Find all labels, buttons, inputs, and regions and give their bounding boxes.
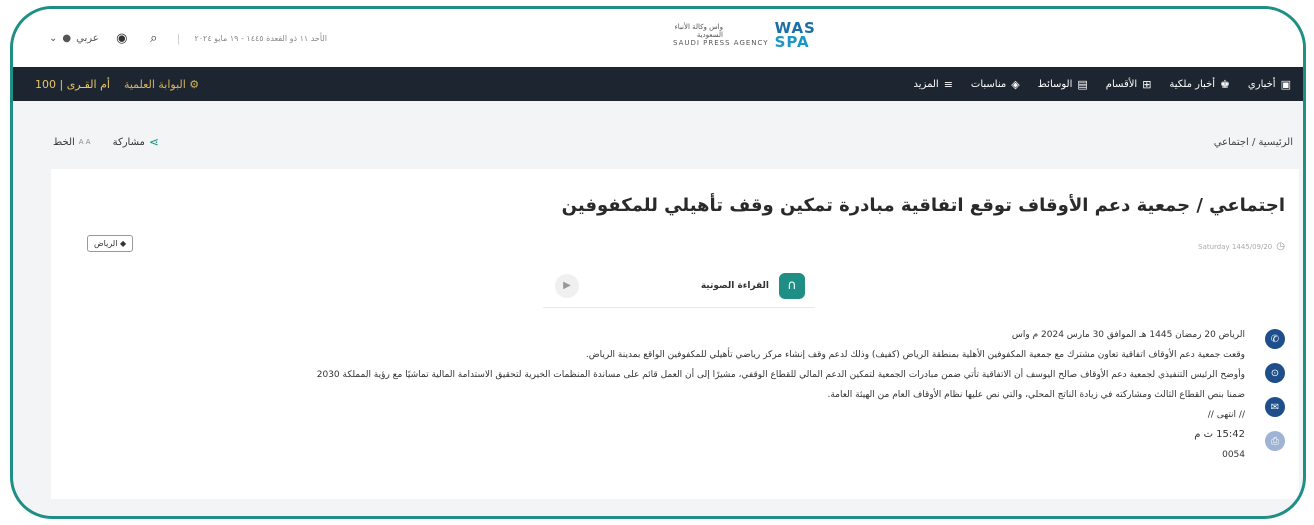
science-portal-link[interactable]: البوابة العلمية ⚙: [124, 78, 199, 91]
nav-item-events[interactable]: ◈ مناسبات: [971, 78, 1020, 91]
font-size-icon: A A: [78, 138, 91, 146]
umm-alqura-link[interactable]: أم القـرى | 100: [35, 78, 110, 91]
play-icon[interactable]: ▶: [555, 273, 579, 298]
article-headline: اجتماعي / جمعية دعم الأوقاف توقع اتفاقية…: [561, 195, 1285, 216]
nav-item-label: مناسبات: [970, 78, 1007, 90]
share-label: مشاركة: [112, 136, 145, 148]
language-selector[interactable]: ⌄ ● عربي: [49, 33, 99, 44]
print-icon[interactable]: ⎙: [1265, 431, 1285, 451]
article-paragraph: وقعت جمعية دعم الأوقاف اتفاقية تعاون مشت…: [585, 350, 1245, 360]
nav-item-label: المزيد: [913, 78, 939, 90]
nav-item-my-news[interactable]: ▣ أخباري: [1248, 78, 1291, 91]
nav-item-media[interactable]: ▤ الوسائط: [1038, 78, 1088, 91]
article-paragraph: الرياض 20 رمضان 1445 هـ الموافق 30 مارس …: [1011, 330, 1245, 340]
article-body: الرياض 20 رمضان 1445 هـ الموافق 30 مارس …: [65, 325, 1245, 465]
font-size-button[interactable]: الخط A A: [53, 137, 91, 148]
article-timestamp: Saturday 1445/09/20 ◷: [1198, 241, 1285, 252]
article-paragraph: ضمنا بنص القطاع الثالث ومشاركته في زيادة…: [827, 390, 1245, 400]
nav-item-royal-news[interactable]: ♚ أخبار ملكية: [1169, 78, 1229, 91]
nav-item-more[interactable]: ≡ المزيد: [914, 78, 953, 91]
email-icon[interactable]: ✉: [1265, 397, 1285, 417]
crown-icon: ♚: [1220, 77, 1230, 91]
chevron-down-icon: ⌄: [49, 32, 58, 44]
navbar-menu: ▣ أخباري ♚ أخبار ملكية ⊞ الأقسام ▤ الوسائط ◈…: [914, 78, 1291, 91]
article-paragraph: وأوضح الرئيس التنفيذي لجمعية دعم الأوقاف…: [316, 370, 1245, 380]
location-badge: ◆ الرياض: [87, 235, 134, 252]
portal-icon: ⚙: [189, 77, 200, 91]
logo-text: واس وكالة الأنباء السعودية SAUDI PRESS A…: [673, 23, 769, 47]
location-pin-icon: ◆: [119, 239, 127, 248]
top-bar: ⌄ ● عربي ◉ ⌕ | الأحد ١١ ذو القعدة ١٤٤٥ -…: [13, 9, 1303, 67]
spa-logo[interactable]: واس وكالة الأنباء السعودية SAUDI PRESS A…: [673, 19, 816, 51]
search-icon[interactable]: ⌕: [145, 29, 163, 47]
nav-item-label: أخبار ملكية: [1169, 78, 1216, 90]
location-label: الرياض: [94, 239, 118, 248]
divider: |: [176, 31, 181, 45]
globe-icon: ●: [62, 32, 72, 44]
breadcrumb-row: الخط A A مشاركة ⋖ الرئيسية / اجتماعي: [13, 129, 1303, 155]
logo-mark: WAS SPA: [774, 19, 816, 51]
nav-item-label: الوسائط: [1037, 78, 1073, 90]
headphones-icon: ∩: [779, 272, 805, 299]
language-label: عربي: [76, 32, 99, 44]
science-portal-label: البوابة العلمية: [123, 77, 186, 91]
accessibility-icon[interactable]: ◉: [113, 29, 131, 47]
navbar-left-links: أم القـرى | 100 البوابة العلمية ⚙: [35, 78, 199, 91]
social-share-column: ✆ ⊙ ✉ ⎙: [1265, 329, 1285, 451]
whatsapp-icon[interactable]: ✆: [1265, 329, 1285, 349]
article-time: 15:42 ت م: [1194, 429, 1245, 440]
breadcrumb[interactable]: الرئيسية / اجتماعي: [1214, 137, 1293, 148]
audio-label: القراءة الصوتية: [700, 280, 769, 291]
copy-link-icon[interactable]: ⊙: [1265, 363, 1285, 383]
audio-player: ▶ القراءة الصوتية ∩: [543, 264, 815, 308]
audio-label-group: القراءة الصوتية ∩: [700, 272, 805, 299]
article-card: اجتماعي / جمعية دعم الأوقاف توقع اتفاقية…: [51, 169, 1299, 499]
calendar-icon: ◈: [1011, 77, 1020, 91]
top-bar-left: ⌄ ● عربي ◉ ⌕ | الأحد ١١ ذو القعدة ١٤٤٥ -…: [49, 29, 327, 47]
nav-item-sections[interactable]: ⊞ الأقسام: [1106, 78, 1152, 91]
nav-item-label: أخباري: [1247, 78, 1276, 90]
article-tools: الخط A A مشاركة ⋖: [53, 135, 159, 149]
timestamp-label: Saturday 1445/09/20: [1198, 242, 1273, 251]
media-icon: ▤: [1077, 77, 1088, 91]
nav-item-label: الأقسام: [1105, 78, 1138, 90]
grid-icon: ⊞: [1142, 77, 1152, 91]
browser-frame: ⌄ ● عربي ◉ ⌕ | الأحد ١١ ذو القعدة ١٤٤٥ -…: [10, 6, 1306, 519]
share-icon: ⋖: [148, 135, 159, 149]
font-size-label: الخط: [53, 136, 75, 148]
date-display: الأحد ١١ ذو القعدة ١٤٤٥ - ١٩ مايو ٢٠٢٤: [194, 33, 327, 43]
article-code: 0054: [1222, 450, 1245, 460]
main-navbar: أم القـرى | 100 البوابة العلمية ⚙ ▣ أخبار…: [13, 67, 1303, 101]
menu-icon: ≡: [943, 77, 953, 91]
news-icon: ▣: [1280, 77, 1291, 91]
share-button[interactable]: مشاركة ⋖: [113, 135, 159, 149]
article-end-mark: // انتهى //: [1207, 410, 1245, 420]
clock-icon: ◷: [1276, 241, 1285, 252]
